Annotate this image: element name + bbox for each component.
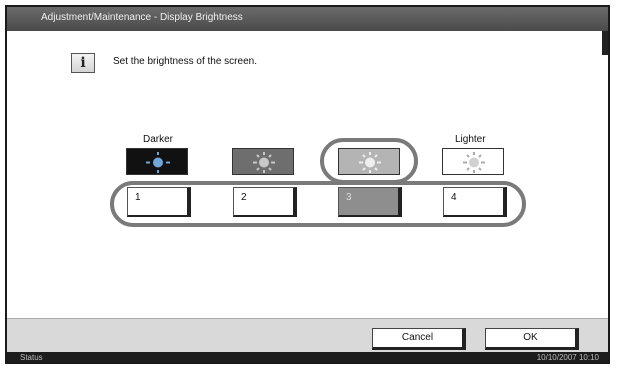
level-4-button[interactable]: 4 [443, 187, 507, 217]
darker-label: Darker [143, 134, 174, 145]
screen-title: Adjustment/Maintenance - Display Brightn… [41, 12, 243, 23]
selected-preview-highlight [320, 138, 418, 184]
preview-level-1 [126, 148, 188, 175]
sun-icon [253, 152, 275, 173]
title-bar: Adjustment/Maintenance - Display Brightn… [7, 7, 608, 31]
status-button[interactable]: Status [20, 353, 43, 362]
footer-bar: Cancel OK [7, 318, 608, 353]
status-bar: Status 10/10/2007 10:10 [7, 352, 608, 362]
sun-icon [146, 152, 170, 173]
scroll-indicator [602, 31, 608, 55]
level-1-button[interactable]: 1 [127, 187, 191, 217]
level-2-button[interactable]: 2 [233, 187, 297, 217]
level-3-button[interactable]: 3 [338, 187, 402, 217]
ok-button[interactable]: OK [485, 328, 579, 350]
datetime-display: 10/10/2007 10:10 [536, 353, 599, 362]
lighter-label: Lighter [455, 134, 486, 145]
preview-level-2 [232, 148, 294, 175]
cancel-button[interactable]: Cancel [372, 328, 466, 350]
info-icon: i [71, 53, 95, 73]
instruction-message: Set the brightness of the screen. [113, 56, 257, 67]
brightness-screen: Adjustment/Maintenance - Display Brightn… [5, 5, 610, 364]
preview-level-4 [442, 148, 504, 175]
sun-icon [463, 152, 485, 173]
